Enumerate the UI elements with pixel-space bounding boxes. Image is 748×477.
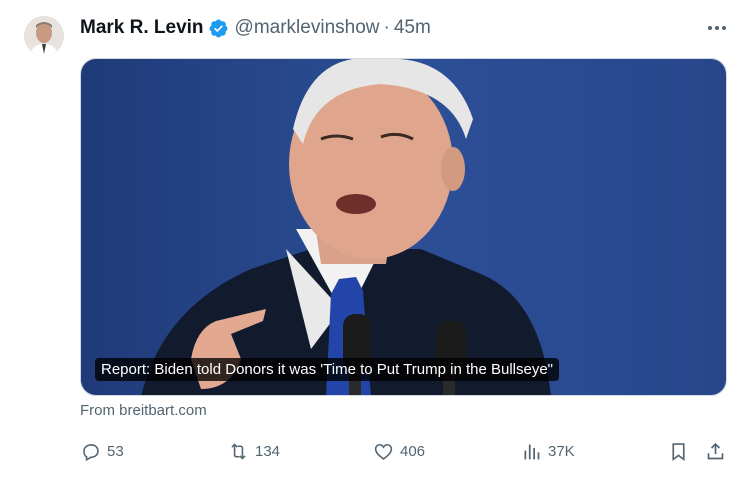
avatar-image [24,16,64,56]
more-options-button[interactable] [703,18,731,38]
reply-button[interactable]: 53 [80,438,124,464]
author-avatar[interactable] [24,16,64,56]
author-handle[interactable]: @marklevinshow [235,17,380,39]
media-caption: Report: Biden told Donors it was 'Time t… [95,358,559,381]
more-options-icon [708,26,726,30]
post-media[interactable]: Report: Biden told Donors it was 'Time t… [80,58,727,396]
post-actions: 53 134 406 37K [80,438,740,464]
post-timestamp[interactable]: 45m [394,17,431,39]
repost-button[interactable]: 134 [228,438,280,464]
post-header: Mark R. Levin @marklevinshow · 45m [80,14,431,42]
bookmark-icon [672,442,685,461]
reply-count: 53 [107,442,124,460]
analytics-icon [524,444,540,459]
view-count: 37K [548,442,575,460]
share-button[interactable] [705,438,732,464]
share-icon [707,442,724,459]
like-count: 406 [400,442,426,460]
like-button[interactable]: 406 [373,438,425,464]
bookmark-button[interactable] [668,438,695,464]
author-name[interactable]: Mark R. Levin [80,17,204,39]
link-source[interactable]: From breitbart.com [80,402,207,419]
reply-icon [83,443,99,461]
repost-count: 134 [255,442,281,460]
repost-icon [231,442,246,460]
header-separator: · [383,17,390,38]
views-button[interactable]: 37K [521,438,575,464]
heart-icon [374,443,393,460]
media-photo [81,59,726,395]
verified-badge-icon [208,18,229,39]
